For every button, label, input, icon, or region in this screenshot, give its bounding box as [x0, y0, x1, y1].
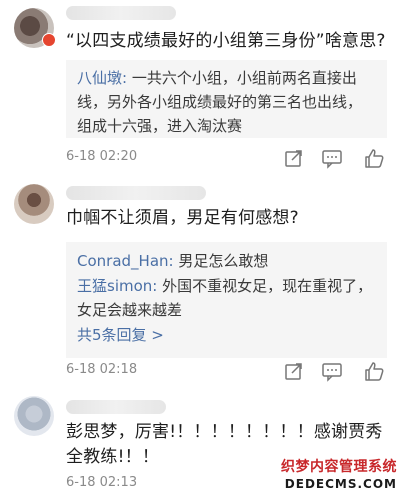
reply-author[interactable]: Conrad_Han:: [77, 252, 174, 270]
watermark-domain: DEDECMS.COM: [284, 477, 397, 491]
username[interactable]: [66, 186, 206, 200]
comment-text: “以四支成绩最好的小组第三身份”啥意思?: [66, 31, 386, 51]
reply-text: 男足怎么敢想: [173, 252, 269, 270]
more-replies-link[interactable]: 共5条回复 >: [77, 322, 376, 348]
like-icon[interactable]: [363, 147, 385, 169]
username[interactable]: [66, 6, 176, 20]
reply-item: Conrad_Han: 男足怎么敢想: [77, 248, 376, 274]
share-icon[interactable]: [283, 360, 305, 382]
comment-icon[interactable]: [321, 147, 343, 169]
reply-author[interactable]: 八仙墩:: [77, 69, 127, 87]
reply-item: 八仙墩: 一共六个小组，小组前两名直接出线，另外各小组成绩最好的第三名也出线，组…: [77, 66, 376, 138]
comment-time: 6-18 02:13: [66, 475, 138, 490]
comment-time: 6-18 02:20: [66, 149, 138, 164]
comment-meta: 6-18 02:20: [66, 147, 387, 169]
comment-icon[interactable]: [321, 360, 343, 382]
avatar[interactable]: [14, 396, 54, 436]
watermark-logo: 织梦内容管理系统 DEDECMS.COM: [279, 458, 397, 494]
reply-item: 王猛simon: 外国不重视女足，现在重视了，女足会越来越差: [77, 274, 376, 322]
reply-box[interactable]: 八仙墩: 一共六个小组，小组前两名直接出线，另外各小组成绩最好的第三名也出线，组…: [66, 60, 387, 138]
comment-text: 巾帼不让须眉，男足有何感想?: [66, 208, 299, 228]
avatar[interactable]: [14, 184, 54, 224]
reply-author[interactable]: 王猛simon:: [77, 277, 157, 295]
comment-meta: 6-18 02:18: [66, 360, 387, 382]
reply-box[interactable]: Conrad_Han: 男足怎么敢想 王猛simon: 外国不重视女足，现在重视…: [66, 242, 387, 358]
comment-time: 6-18 02:18: [66, 362, 138, 377]
verified-badge-icon: [42, 33, 56, 47]
like-icon[interactable]: [363, 360, 385, 382]
username[interactable]: [66, 400, 166, 414]
watermark-title: 织梦内容管理系统: [281, 459, 397, 475]
share-icon[interactable]: [283, 147, 305, 169]
